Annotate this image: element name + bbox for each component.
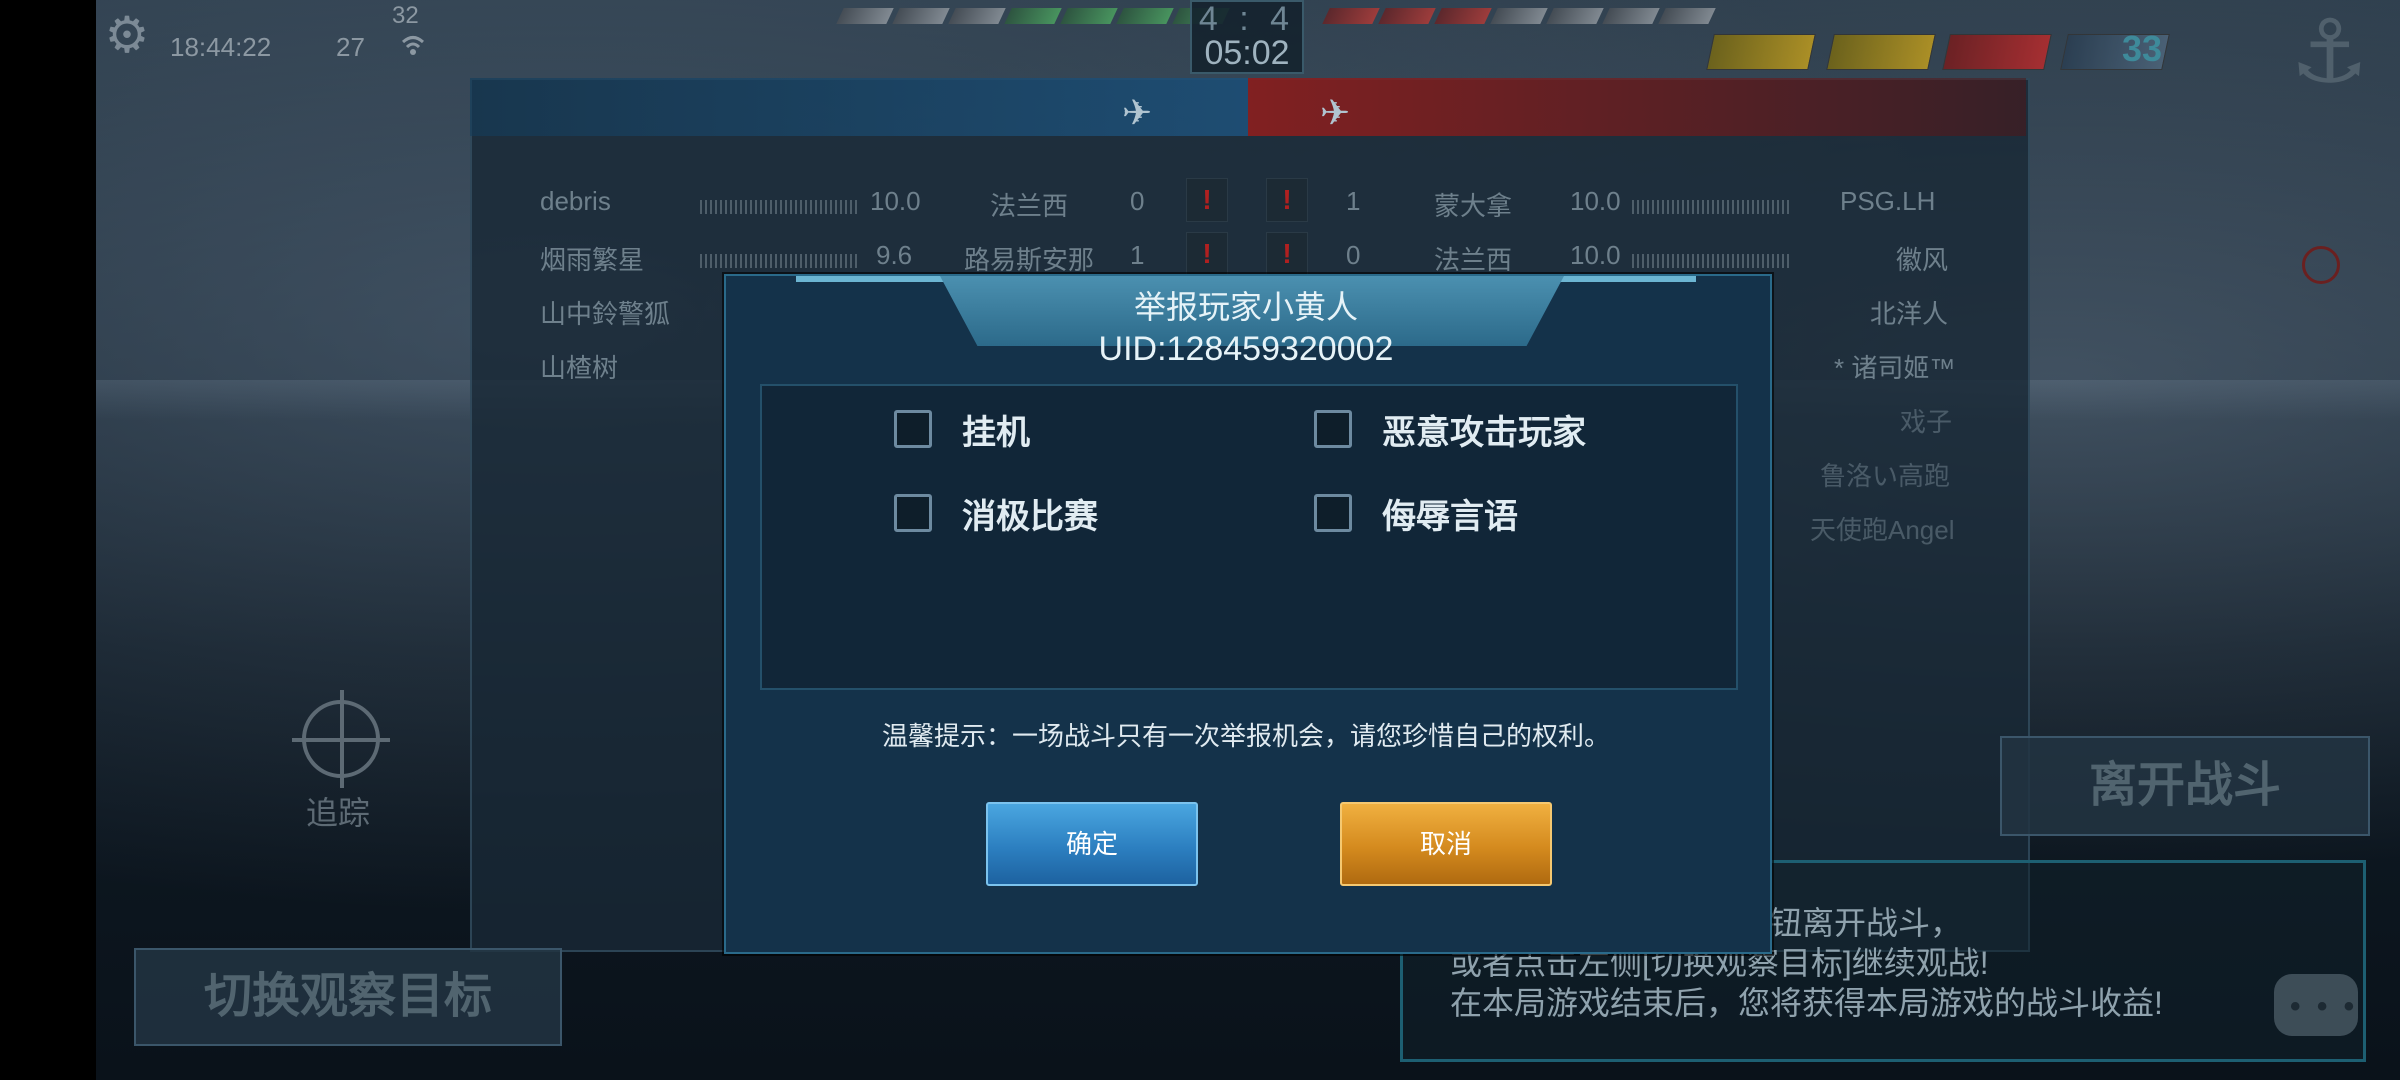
player-name: 山中鈴警狐 [540,299,671,329]
option-label: 侮辱言语 [1382,497,1518,536]
ship-country: 法兰西 [990,191,1069,221]
ship-status-mark [1004,8,1062,24]
player-name: * 诸司姬™ [1834,353,1956,383]
option-afk[interactable]: 挂机 [894,406,1030,452]
clock-time: 18:44:22 [170,32,272,62]
objective-flag [1706,34,1816,70]
checkbox[interactable] [1314,410,1352,448]
plane-icon: ✈ [1122,92,1153,133]
report-warning-button[interactable]: ! [1186,232,1228,276]
ship-status-mark [1322,8,1380,24]
target-marker-icon [2302,246,2340,284]
report-warning-button[interactable]: ! [1186,178,1228,222]
player-rating: 10.0 [1570,240,1621,270]
scoreboard-row: * 诸司姬™ [1820,348,2020,402]
ship-status-mark [1546,8,1604,24]
objective-count: 33 [2122,28,2163,69]
fps-value: 32 [392,2,419,29]
ship-status-mark [1060,8,1118,24]
track-label[interactable]: 追踪 [306,788,370,834]
ship-status-mark [836,8,894,24]
player-name: 山楂树 [540,353,619,383]
ship-country: 法兰西 [1434,245,1513,275]
report-hint: 温馨提示：一场战斗只有一次举报机会，请您珍惜自己的权利。 [881,721,1610,751]
player-name: 天使跑Angel [1810,515,1955,545]
checkbox[interactable] [1314,494,1352,532]
player-kills: 0 [1130,186,1145,216]
objective-flag [1942,34,2052,70]
chat-dots: • • • [2290,990,2359,1023]
player-kills: 1 [1130,240,1145,270]
report-warning-button[interactable]: ! [1266,178,1308,222]
score-timer-box: 4 : 4 05:02 [1190,0,1304,74]
ship-status-mark [1378,8,1436,24]
ship-silhouette [1632,200,1792,214]
team-right-ship-status [1322,8,1716,26]
checkbox[interactable] [894,410,932,448]
player-name: 鲁洛い高跑 [1820,461,1951,491]
checkbox[interactable] [894,494,932,532]
score-left: 4 [1198,0,1224,38]
player-kills: 1 [1346,186,1361,216]
scoreboard-row: 北洋人 [1820,294,2020,348]
ship-status-mark [892,8,950,24]
ship-status-mark [948,8,1006,24]
ship-country: 蒙大拿 [1434,191,1513,221]
player-name: debris [540,186,611,216]
report-warning-button[interactable]: ! [1266,232,1308,276]
player-name: 烟雨繁星 [540,245,645,275]
match-timer: 05:02 [1204,34,1290,72]
score-right: 4 [1270,0,1296,38]
ship-status-mark [1434,8,1492,24]
crosshair-icon[interactable] [292,690,390,788]
anchor-icon[interactable]: ⚓ [2290,2,2369,102]
score-separator: : [1239,0,1255,38]
option-insulting-language[interactable]: 侮辱言语 [1314,490,1518,536]
ship-status-mark [1116,8,1174,24]
player-uid: UID:128459320002 [1098,330,1394,368]
player-rating: 9.6 [876,240,913,270]
confirm-button[interactable]: 确定 [986,802,1198,886]
player-name: 北洋人 [1870,299,1949,329]
ship-silhouette [700,254,860,268]
scoreboard-row: 戏子 [1820,402,2020,456]
option-label: 消极比赛 [962,497,1098,536]
player-name: 戏子 [1900,407,1953,437]
option-malicious-attack[interactable]: 恶意攻击玩家 [1314,406,1586,452]
option-label: 恶意攻击玩家 [1382,413,1586,452]
team-left-ship-status [836,8,1230,26]
player-kills: 0 [1346,240,1361,270]
scoreboard-row: debris 10.0 法兰西 0 ! [540,178,1240,240]
scoreboard-row: 天使跑Angel [1810,510,2010,564]
cancel-button[interactable]: 取消 [1340,802,1552,886]
gear-icon[interactable]: ⚙ [100,8,154,62]
switch-target-button[interactable]: 切换观察目标 [134,948,562,1046]
dialog-title: 举报玩家小黄人 [1133,289,1358,325]
ship-silhouette [1632,254,1792,268]
ship-silhouette [700,200,860,214]
ship-country: 路易斯安那 [964,245,1095,275]
plane-icon: ✈ [1320,92,1351,133]
ship-status-mark [1490,8,1548,24]
option-passive-play[interactable]: 消极比赛 [894,490,1098,536]
scoreboard-row: ! 1 蒙大拿 10.0 PSG.LH [1256,178,1956,240]
ping-value: 27 [336,32,365,62]
player-name: 徽风 [1896,245,1949,275]
player-rating: 10.0 [870,186,921,216]
wifi-icon [400,32,426,65]
score-display: 4 : 4 [1192,2,1302,36]
option-label: 挂机 [962,413,1030,452]
ship-status-mark [1602,8,1660,24]
ship-status-mark [1658,8,1716,24]
info-line: 在本局游戏结束后，您将获得本局游戏的战斗收益! [1450,985,2163,1021]
scoreboard-row: 鲁洛い高跑 [1820,456,2020,510]
scoreboard-header-red [1248,78,2026,136]
leave-battle-button[interactable]: 离开战斗 [2000,736,2370,836]
player-name: PSG.LH [1840,186,1936,216]
player-rating: 10.0 [1570,186,1621,216]
objective-flag [1826,34,1936,70]
